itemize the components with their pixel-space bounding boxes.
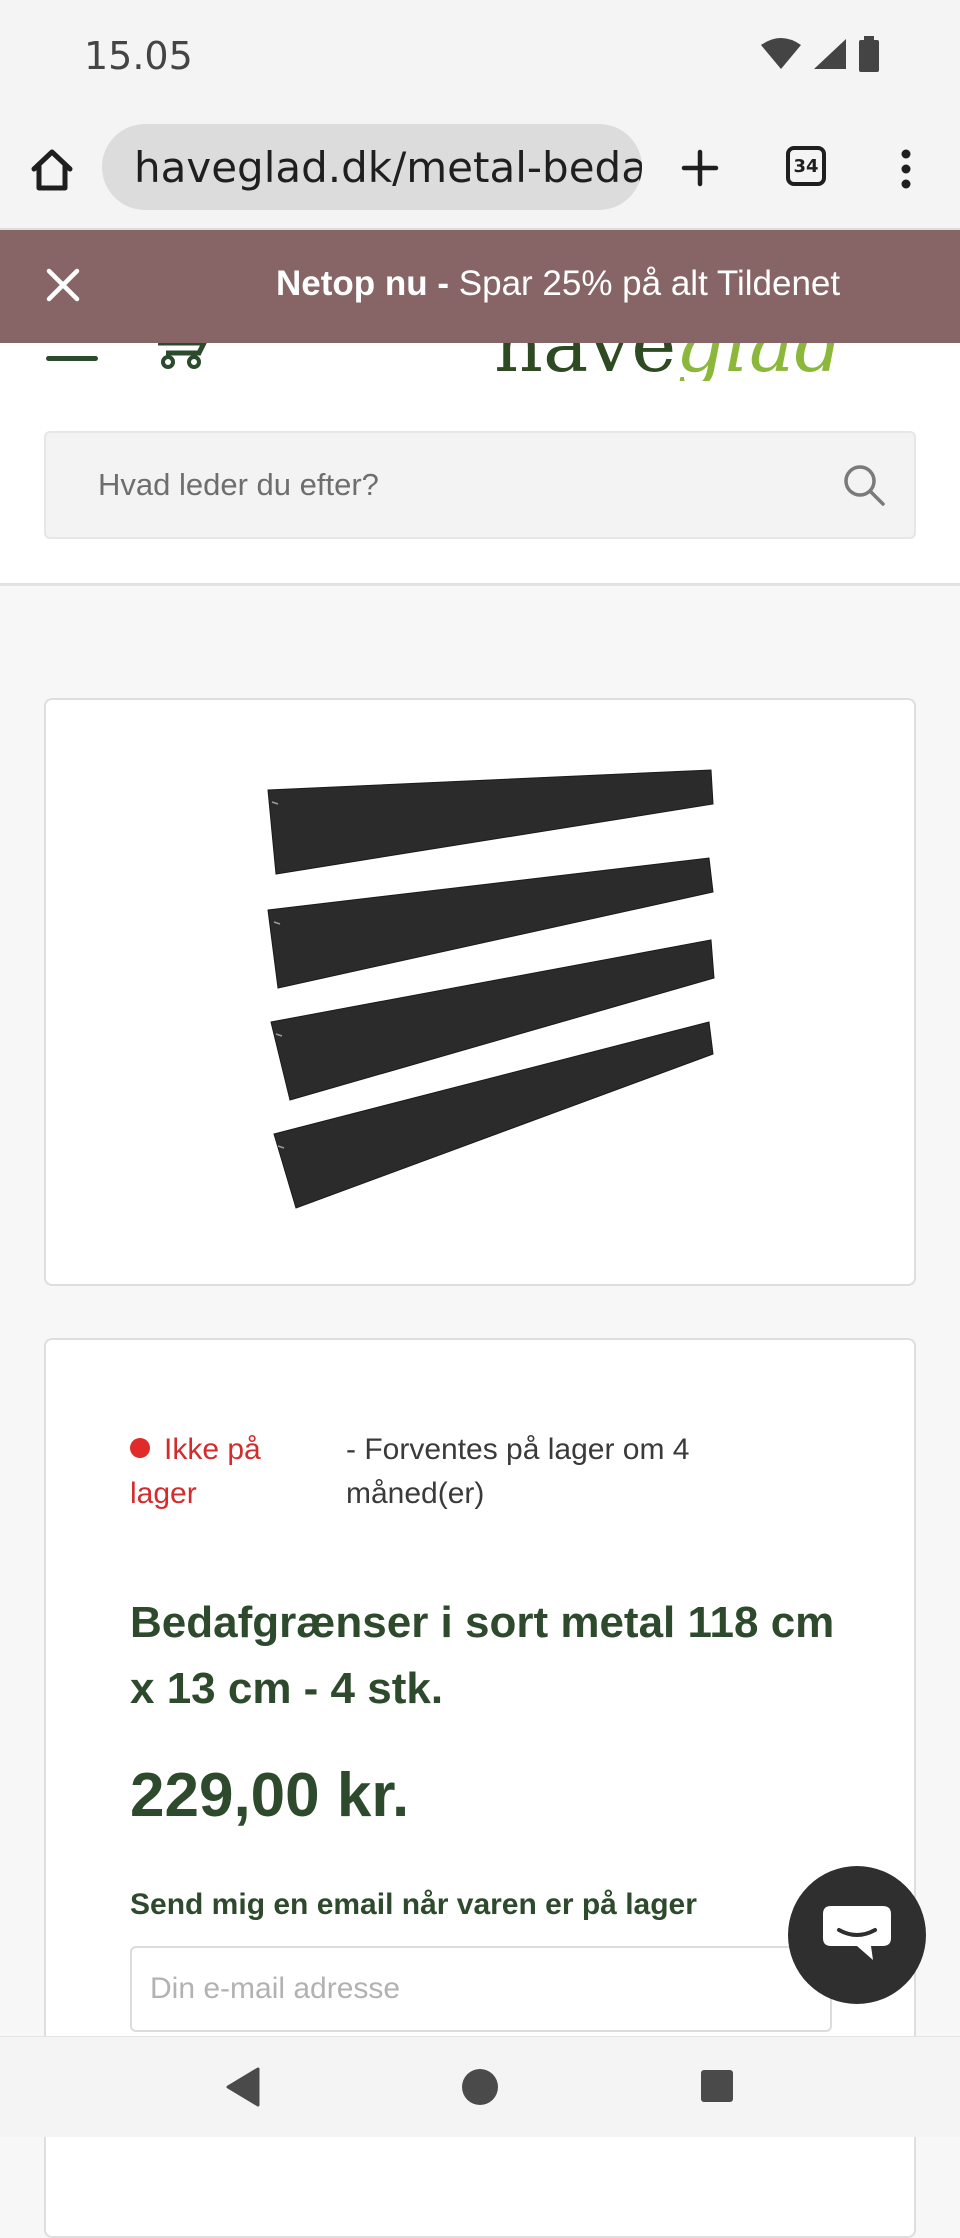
- promo-message[interactable]: Netop nu - Spar 25% på alt Tildenet: [276, 264, 840, 304]
- tab-switcher-button[interactable]: 34: [786, 146, 826, 186]
- product-image-card: [44, 698, 916, 1286]
- status-icons: [760, 36, 880, 72]
- chat-button[interactable]: [788, 1866, 926, 2004]
- close-icon[interactable]: [44, 266, 82, 309]
- email-field[interactable]: [130, 1946, 832, 2032]
- status-time: 15.05: [84, 34, 193, 78]
- chat-icon: [823, 1906, 891, 1960]
- status-bar: 15.05: [0, 0, 960, 112]
- notify-label: Send mig en email når varen er på lager: [130, 1888, 697, 1921]
- stock-status-dot: [130, 1438, 150, 1458]
- stock-status: Ikke på lager: [130, 1428, 310, 1516]
- back-icon[interactable]: [222, 2065, 262, 2109]
- site-header: haveglad Hvad leder du efter?: [0, 309, 960, 586]
- product-title: Bedafgrænser i sort metal 118 cm x 13 cm…: [130, 1598, 835, 1713]
- url-text: haveglad.dk/metal-beda: [134, 142, 642, 192]
- home-nav-icon[interactable]: [460, 2065, 500, 2109]
- browser-toolbar: haveglad.dk/metal-beda 34: [0, 112, 960, 230]
- system-nav-bar: [0, 2036, 960, 2137]
- search-placeholder: Hvad leder du efter?: [98, 467, 379, 502]
- new-tab-icon[interactable]: [676, 144, 724, 192]
- home-icon[interactable]: [24, 142, 80, 198]
- url-bar[interactable]: haveglad.dk/metal-beda: [102, 124, 642, 210]
- cart-icon[interactable]: [154, 340, 212, 374]
- stock-eta: - Forventes på lager om 4 måned(er): [346, 1433, 690, 1510]
- search-box[interactable]: Hvad leder du efter?: [44, 431, 916, 539]
- recents-icon[interactable]: [698, 2067, 736, 2107]
- more-menu-icon[interactable]: [886, 142, 926, 196]
- product-image[interactable]: [46, 700, 914, 1284]
- product-price: 229,00 kr.: [130, 1761, 410, 1830]
- wifi-icon: [761, 38, 801, 69]
- menu-icon[interactable]: [46, 356, 98, 361]
- promo-bold-text: Netop nu -: [276, 264, 450, 303]
- battery-icon: [859, 36, 879, 72]
- search-icon[interactable]: [842, 463, 886, 507]
- promo-banner: Netop nu - Spar 25% på alt Tildenet: [0, 230, 960, 343]
- signal-icon: [814, 39, 846, 69]
- promo-text: Spar 25% på alt Tildenet: [449, 264, 841, 303]
